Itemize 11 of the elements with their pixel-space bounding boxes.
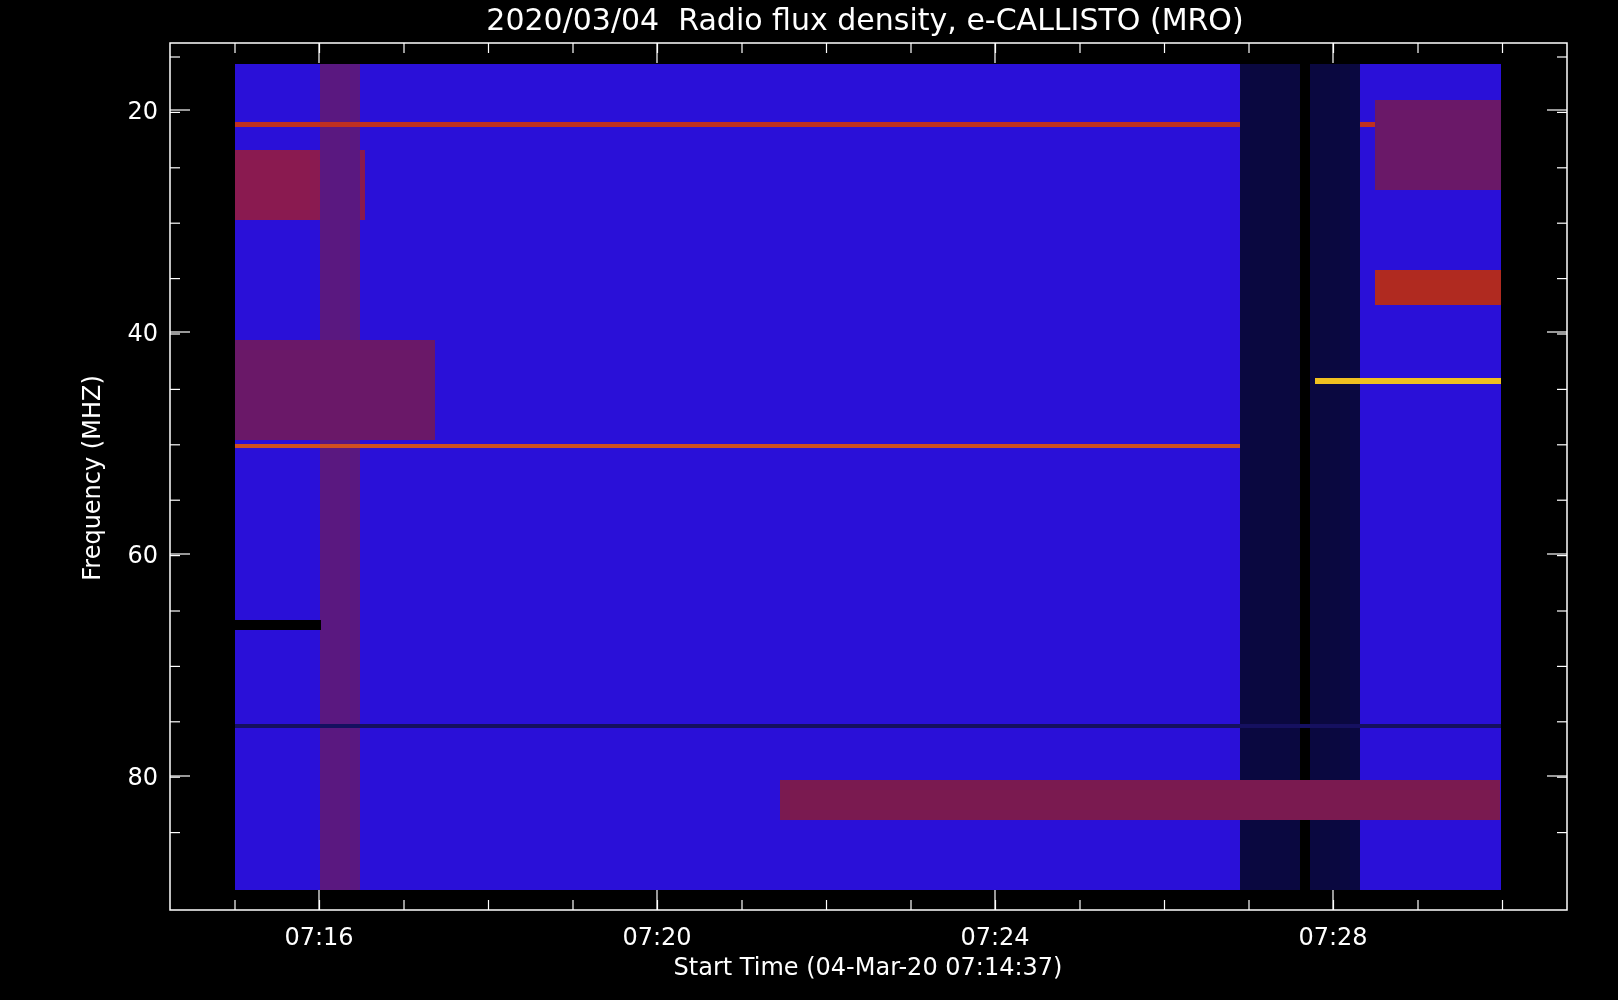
y-axis-label: Frequency (MHZ) (78, 375, 106, 581)
y-tick-label: 20 (127, 97, 158, 125)
y-tick-label: 80 (127, 763, 158, 791)
x-tick-label: 07:28 (1298, 923, 1368, 951)
chart-title: 2020/03/04 Radio flux density, e-CALLISTO (MRO) (486, 2, 1244, 37)
y-tick-label: 40 (127, 319, 158, 347)
x-axis-label: Start Time (04-Mar-20 07:14:37) (673, 953, 1063, 981)
y-tick-label: 60 (127, 541, 158, 569)
x-tick-label: 07:24 (960, 923, 1030, 951)
x-tick-label: 07:20 (622, 923, 692, 951)
x-tick-label: 07:16 (284, 923, 354, 951)
